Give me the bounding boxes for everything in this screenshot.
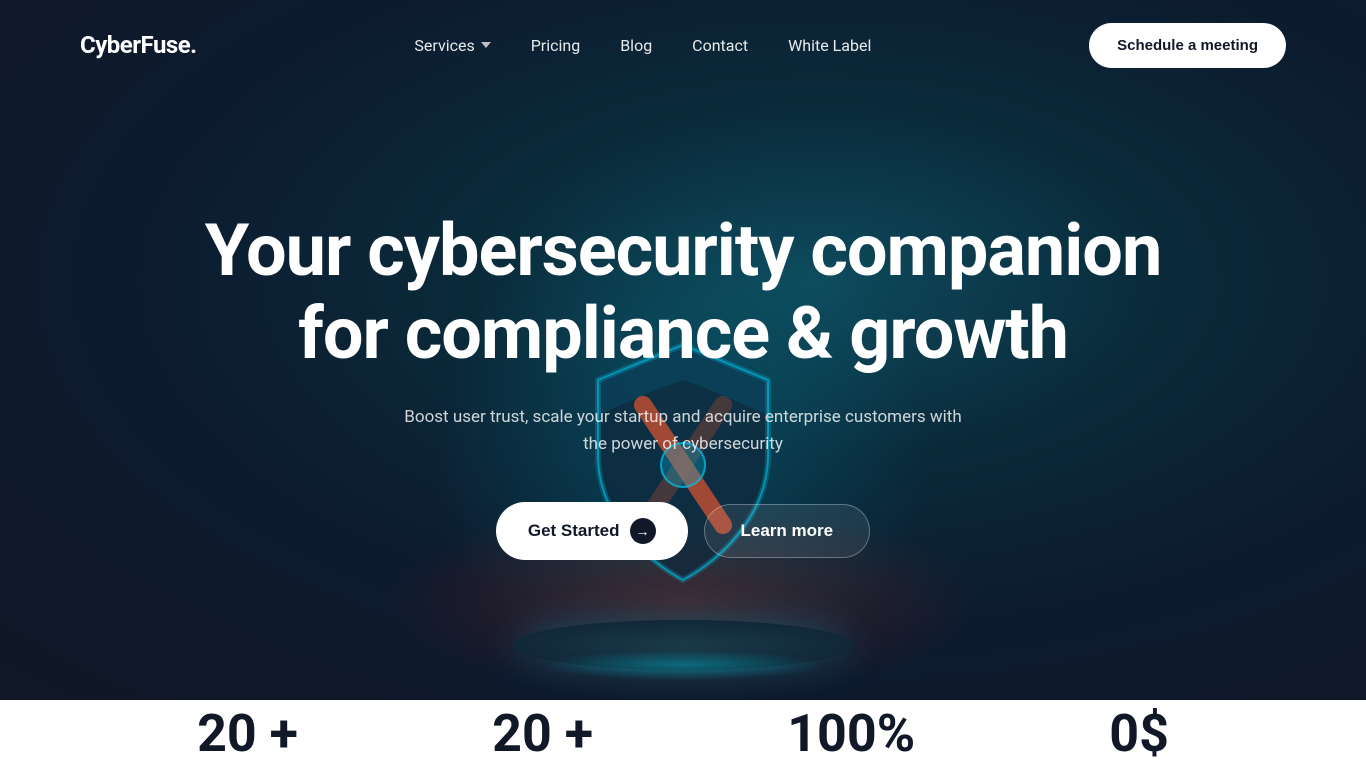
learn-more-button[interactable]: Learn more	[704, 504, 871, 558]
stat-value-3: 100%	[787, 703, 915, 764]
logo[interactable]: CyberFuse.	[80, 31, 197, 59]
stat-item-3: 100%	[787, 708, 915, 760]
nav-contact-link[interactable]: Contact	[692, 36, 748, 55]
nav-white-label-link[interactable]: White Label	[788, 36, 871, 55]
sidebar-item-pricing[interactable]: Pricing	[531, 36, 581, 55]
stat-value-4: 0$	[1109, 703, 1169, 764]
stat-item-1: 20 +	[197, 708, 298, 760]
nav-pricing-link[interactable]: Pricing	[531, 36, 581, 55]
chevron-down-icon	[481, 42, 491, 48]
stat-value-2: 20 +	[492, 703, 593, 764]
hero-section: CyberFuse. Services Pricing Blog Contact…	[0, 0, 1366, 700]
hero-title: Your cybersecurity companion for complia…	[200, 210, 1166, 376]
hero-subtitle: Boost user trust, scale your startup and…	[403, 404, 963, 458]
nav-links: Services Pricing Blog Contact White Labe…	[414, 36, 871, 55]
stat-value-1: 20 +	[197, 703, 298, 764]
sidebar-item-blog[interactable]: Blog	[620, 36, 652, 55]
hero-buttons: Get Started → Learn more	[496, 502, 870, 560]
navbar: CyberFuse. Services Pricing Blog Contact…	[0, 0, 1366, 90]
get-started-button[interactable]: Get Started →	[496, 502, 688, 560]
hero-content: Your cybersecurity companion for complia…	[0, 70, 1366, 700]
schedule-meeting-button[interactable]: Schedule a meeting	[1089, 23, 1286, 68]
nav-blog-link[interactable]: Blog	[620, 36, 652, 55]
sidebar-item-contact[interactable]: Contact	[692, 36, 748, 55]
sidebar-item-white-label[interactable]: White Label	[788, 36, 871, 55]
nav-services-link[interactable]: Services	[414, 36, 490, 55]
stat-item-2: 20 +	[492, 708, 593, 760]
arrow-icon: →	[630, 518, 656, 544]
sidebar-item-services[interactable]: Services	[414, 36, 490, 55]
stat-item-4: 0$	[1109, 708, 1169, 760]
stats-section: 20 + 20 + 100% 0$	[0, 700, 1366, 768]
